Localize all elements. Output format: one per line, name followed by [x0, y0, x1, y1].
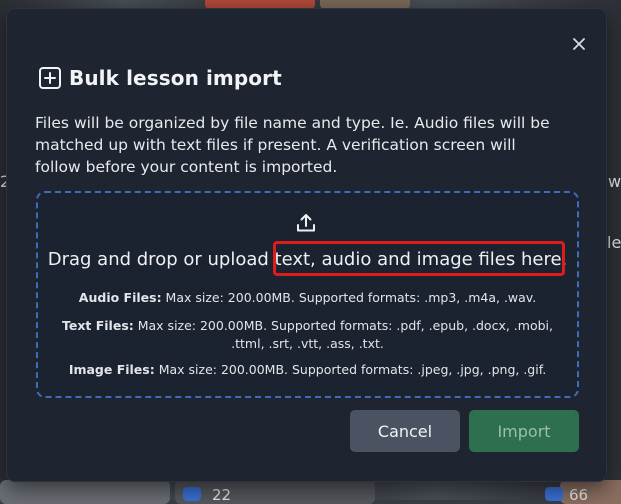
audio-files-text: Max size: 200.00MB. Supported formats: .… — [162, 290, 537, 305]
text-files-info: Text Files: Max size: 200.00MB. Supporte… — [48, 317, 567, 353]
text-files-text-continued: .ttml, .srt, .vtt, .ass, .txt. — [231, 336, 384, 351]
audio-files-label: Audio Files: — [79, 290, 162, 305]
text-files-label: Text Files: — [62, 318, 134, 333]
plus-square-icon — [38, 66, 62, 90]
close-icon — [570, 35, 588, 53]
dialog-title: Bulk lesson import — [69, 66, 282, 90]
cancel-button[interactable]: Cancel — [350, 410, 460, 452]
import-button[interactable]: Import — [469, 410, 579, 452]
text-files-text: Max size: 200.00MB. Supported formats: .… — [134, 318, 553, 333]
background-thumbnail — [0, 480, 170, 504]
audio-files-info: Audio Files: Max size: 200.00MB. Support… — [48, 289, 567, 307]
background-thumbnail — [175, 480, 375, 504]
dialog-description: Files will be organized by file name and… — [35, 112, 555, 178]
bulk-import-dialog: Bulk lesson import Files will be organiz… — [6, 8, 607, 482]
file-dropzone[interactable]: Drag and drop or upload text, audio and … — [36, 191, 579, 398]
image-files-info: Image Files: Max size: 200.00MB. Support… — [48, 361, 567, 379]
background-badge — [545, 487, 563, 501]
dialog-header: Bulk lesson import — [38, 66, 282, 90]
dropzone-headline: Drag and drop or upload text, audio and … — [38, 249, 577, 270]
image-files-text: Max size: 200.00MB. Supported formats: .… — [155, 362, 546, 377]
close-button[interactable] — [570, 35, 588, 53]
upload-icon — [295, 212, 317, 234]
background-count: 66 — [569, 486, 588, 504]
background-text: w — [608, 172, 621, 191]
background-count: 22 — [212, 486, 231, 504]
dropzone-headline-prefix: Drag and drop or upload — [48, 249, 275, 270]
background-badge — [183, 487, 201, 501]
image-files-label: Image Files: — [69, 362, 155, 377]
background-text: lew — [607, 233, 621, 252]
dropzone-headline-highlighted: text, audio and image files here. — [275, 249, 568, 270]
